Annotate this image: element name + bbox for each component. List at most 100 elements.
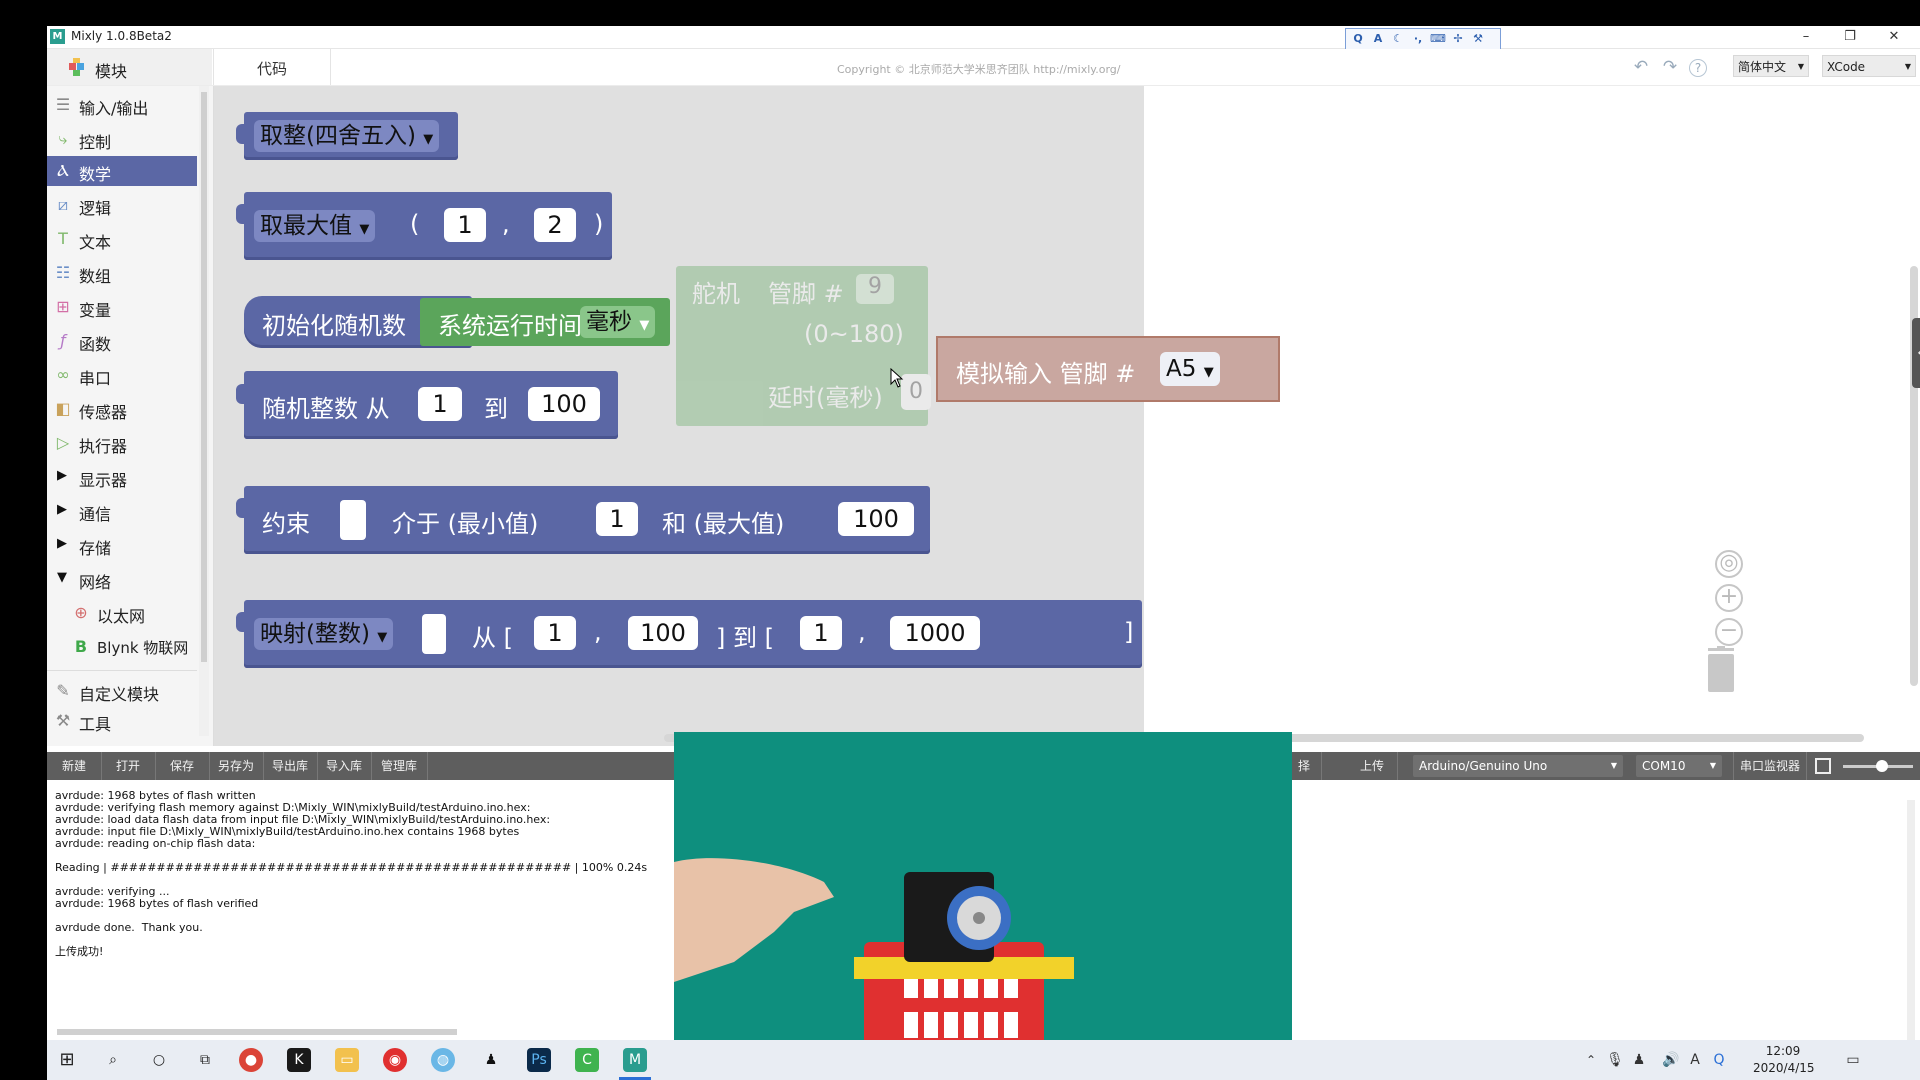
sidebar-item-serial[interactable]: ∞ 串口 <box>47 360 197 390</box>
map-from-low-input[interactable]: 1 <box>534 616 576 650</box>
blockly-workspace[interactable]: 舵机 管脚 # 9 (0~180) 延时(毫秒) 0 取整(四舍五入) ▼ 取最… <box>214 86 1920 746</box>
task-view-icon[interactable]: ⧉ <box>193 1048 217 1072</box>
help-icon[interactable]: ? <box>1689 59 1707 77</box>
browser-icon[interactable]: ◍ <box>431 1048 455 1072</box>
select-button[interactable]: 择 <box>1287 752 1322 780</box>
netease-music-icon[interactable]: ◉ <box>383 1048 407 1072</box>
sidebar-item-blynk[interactable]: B Blynk 物联网 <box>65 632 205 662</box>
chrome-icon[interactable]: ● <box>239 1048 263 1072</box>
save-button[interactable]: 保存 <box>155 752 210 780</box>
manage-lib-button[interactable]: 管理库 <box>371 752 428 780</box>
system-time-block[interactable]: 系统运行时间 毫秒 ▼ <box>420 298 670 346</box>
volume-icon[interactable]: 🔊 <box>1659 1048 1683 1072</box>
app-green-icon[interactable]: C <box>575 1048 599 1072</box>
zoom-in-icon[interactable]: + <box>1715 584 1743 612</box>
maximize-button[interactable]: ❐ <box>1828 26 1872 48</box>
photoshop-icon[interactable]: Ps <box>527 1048 551 1072</box>
time-unit-dropdown[interactable]: 毫秒 ▼ <box>580 306 656 338</box>
microphone-icon[interactable]: 🎙 <box>1603 1048 1627 1072</box>
upload-button[interactable]: 上传 <box>1347 752 1398 780</box>
tray-expand-icon[interactable]: ⌃ <box>1579 1048 1603 1072</box>
serial-monitor-button[interactable]: 串口监视器 <box>1733 752 1807 780</box>
qq-tray-icon[interactable]: ♟ <box>1627 1048 1651 1072</box>
sidebar-item-logic[interactable]: ⧄ 逻辑 <box>47 190 197 220</box>
app-icon[interactable]: K <box>287 1048 311 1072</box>
mixly-taskbar-icon[interactable]: M <box>623 1048 647 1072</box>
sidebar-item-io[interactable]: ☰ 输入/输出 <box>47 90 197 120</box>
recenter-icon[interactable]: ◎ <box>1715 550 1743 578</box>
sidebar-item-sensor[interactable]: ◧ 传感器 <box>47 394 197 424</box>
save-as-button[interactable]: 另存为 <box>209 752 264 780</box>
console-vscrollbar[interactable] <box>1907 800 1915 1040</box>
close-button[interactable]: ✕ <box>1872 26 1916 48</box>
map-to-low-input[interactable]: 1 <box>800 616 842 650</box>
new-button[interactable]: 新建 <box>47 752 102 780</box>
random-int-block[interactable]: 随机整数 从 1 到 100 <box>244 371 618 439</box>
import-lib-button[interactable]: 导入库 <box>317 752 372 780</box>
sidebar-item-network[interactable]: ▼ 网络 <box>47 564 197 594</box>
export-lib-button[interactable]: 导出库 <box>263 752 318 780</box>
sidebar-item-text[interactable]: T 文本 <box>47 224 197 254</box>
sidebar-item-storage[interactable]: ▶ 存储 <box>47 530 197 560</box>
ime-tool-icon[interactable]: ✢ <box>1450 31 1466 47</box>
search-icon[interactable]: ⌕ <box>101 1048 125 1072</box>
ime-logo-icon[interactable]: Q <box>1350 31 1366 47</box>
ime-tray-icon[interactable]: A <box>1683 1048 1707 1072</box>
sidebar-item-tools[interactable]: ⚒ 工具 <box>47 706 197 736</box>
round-mode-dropdown[interactable]: 取整(四舍五入) ▼ <box>254 120 440 152</box>
clock-time[interactable]: 12:09 <box>1753 1044 1813 1058</box>
map-block[interactable]: 映射(整数) ▼ 从 [ 1 , 100 ] 到 [ 1 , 1000 ] <box>244 600 1142 668</box>
map-value-socket[interactable] <box>422 614 446 654</box>
map-mode-dropdown[interactable]: 映射(整数) ▼ <box>254 618 394 650</box>
undo-icon[interactable]: ↶ <box>1631 57 1651 77</box>
ime-moon-icon[interactable]: ☾ <box>1390 31 1406 47</box>
sogou-tray-icon[interactable]: Q <box>1707 1048 1731 1072</box>
max-dropdown[interactable]: 取最大值 ▼ <box>254 210 376 242</box>
ime-keyboard-icon[interactable]: ⌨ <box>1430 31 1446 47</box>
board-select[interactable]: Arduino/Genuino Uno ▼ <box>1413 755 1623 777</box>
theme-select[interactable]: XCode ▼ <box>1822 55 1916 77</box>
cortana-icon[interactable]: ○ <box>147 1048 171 1072</box>
sidebar-item-function[interactable]: ƒ 函数 <box>47 326 197 356</box>
windows-start-icon[interactable]: ⊞ <box>55 1048 79 1072</box>
console-hscrollbar[interactable] <box>57 1029 457 1035</box>
trash-icon[interactable] <box>1704 646 1738 694</box>
open-button[interactable]: 打开 <box>101 752 156 780</box>
fullscreen-icon[interactable] <box>1815 758 1831 774</box>
map-to-high-input[interactable]: 1000 <box>890 616 980 650</box>
constrain-min-input[interactable]: 1 <box>596 502 638 536</box>
max-a-input[interactable]: 1 <box>444 208 486 242</box>
sidebar-item-comm[interactable]: ▶ 通信 <box>47 496 197 526</box>
sidebar-item-control[interactable]: ⤷ 控制 <box>47 124 197 154</box>
sidebar-item-list[interactable]: ☷ 数组 <box>47 258 197 288</box>
clock-date[interactable]: 2020/4/15 <box>1753 1061 1815 1075</box>
minimize-button[interactable]: – <box>1784 26 1828 48</box>
tab-code[interactable]: 代码 <box>213 49 331 85</box>
notification-icon[interactable]: ▭ <box>1841 1048 1865 1072</box>
file-explorer-icon[interactable]: ▭ <box>335 1048 359 1072</box>
analog-pin-dropdown[interactable]: A5 ▼ <box>1160 352 1220 386</box>
port-select[interactable]: COM10 ▼ <box>1636 755 1722 777</box>
constrain-max-input[interactable]: 100 <box>838 502 914 536</box>
ime-toolbar[interactable]: Q A ☾ ·, ⌨ ✢ ⚒ <box>1345 28 1501 50</box>
sidebar-item-custom[interactable]: ✎ 自定义模块 <box>47 676 197 706</box>
sidebar-item-actuator[interactable]: ▷ 执行器 <box>47 428 197 458</box>
qq-icon[interactable]: ♟ <box>479 1048 503 1072</box>
sidebar-item-math[interactable]: Ⲁ 数学 <box>47 156 197 186</box>
sidebar-item-display[interactable]: ▶ 显示器 <box>47 462 197 492</box>
random-int-from-input[interactable]: 1 <box>418 387 462 421</box>
max-b-input[interactable]: 2 <box>534 208 576 242</box>
constrain-value-socket[interactable] <box>340 500 366 540</box>
map-from-high-input[interactable]: 100 <box>628 616 698 650</box>
sidebar-scrollbar-thumb[interactable] <box>201 92 207 662</box>
max-block[interactable]: 取最大值 ▼ ( 1 , 2 ) <box>244 192 612 260</box>
tab-modules[interactable]: 模块 <box>47 49 212 85</box>
sidebar-item-variable[interactable]: ⊞ 变量 <box>47 292 197 322</box>
collapse-panel-icon[interactable]: ‹ <box>1912 318 1920 388</box>
round-block[interactable]: 取整(四舍五入) ▼ <box>244 112 458 160</box>
language-select[interactable]: 简体中文 ▼ <box>1733 55 1809 77</box>
redo-icon[interactable]: ↷ <box>1660 57 1680 77</box>
sidebar-item-ethernet[interactable]: ⊕ 以太网 <box>65 598 205 628</box>
constrain-block[interactable]: 约束 介于 (最小值) 1 和 (最大值) 100 <box>244 486 930 554</box>
zoom-out-icon[interactable]: − <box>1715 618 1743 646</box>
